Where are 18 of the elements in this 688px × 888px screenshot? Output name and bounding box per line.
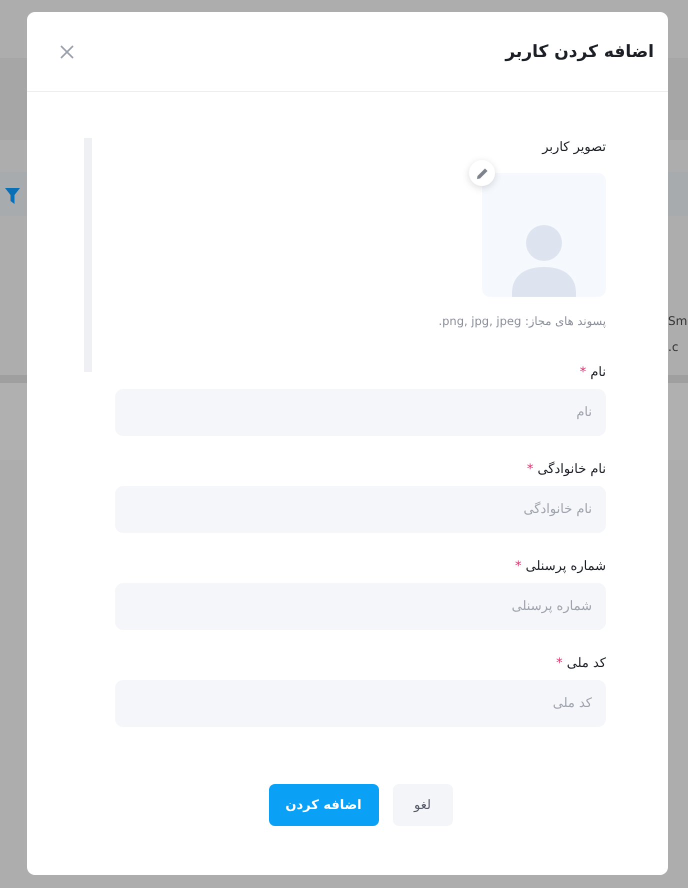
add-button[interactable]: اضافه کردن <box>268 784 378 826</box>
input-field[interactable]: شماره پرسنلی <box>115 583 606 630</box>
field-label: نام خانوادگی * <box>526 460 606 479</box>
allowed-formats-hint: پسوند های مجاز: png, jpg, jpeg. <box>437 313 606 329</box>
field-label: نام * <box>578 364 606 382</box>
input-field[interactable]: نام خانوادگی <box>115 486 606 533</box>
cancel-button[interactable]: لغو <box>392 784 452 826</box>
background-text: Sm <box>668 314 688 328</box>
field-label: تصویر کاربر <box>540 139 606 157</box>
input-field[interactable]: نام <box>115 389 606 436</box>
field-label: شماره پرسنلی * <box>514 558 606 576</box>
background-text: .c <box>668 340 678 354</box>
pencil-icon[interactable] <box>469 160 495 186</box>
input-field[interactable]: کد ملی <box>115 680 606 727</box>
field-label: کد ملی * <box>555 655 606 673</box>
dialog-title: اضافه کردن کاربر <box>505 42 654 62</box>
close-icon[interactable] <box>59 44 75 60</box>
filter-icon[interactable] <box>5 188 20 204</box>
